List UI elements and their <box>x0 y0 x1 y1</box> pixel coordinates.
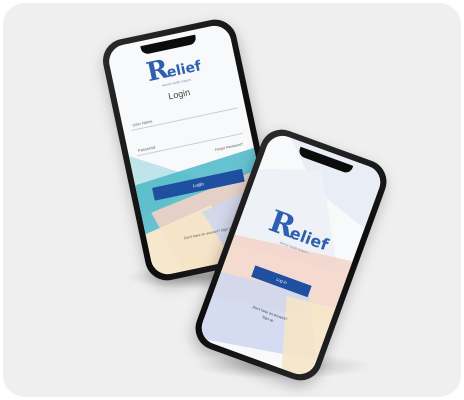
username-label: User Name <box>132 118 153 128</box>
mockup-card: R elief Mental Health Support Login User… <box>3 3 461 397</box>
password-label: Password <box>137 144 156 153</box>
